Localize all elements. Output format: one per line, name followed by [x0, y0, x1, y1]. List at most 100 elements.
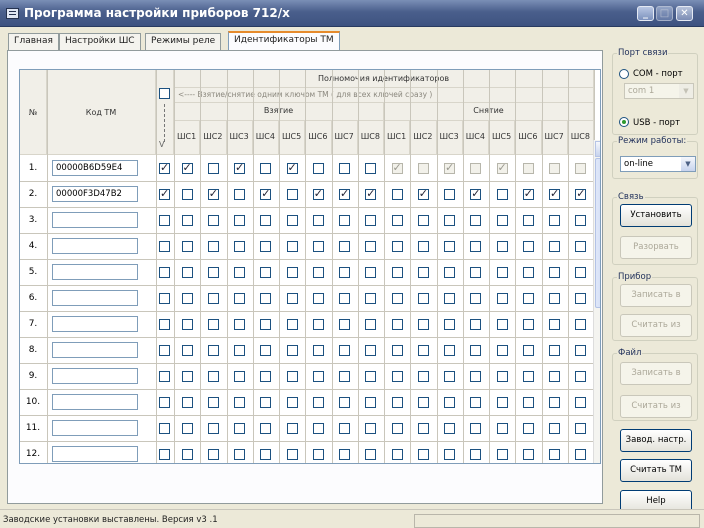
arm-zone-checkbox[interactable]: [312, 267, 324, 278]
arm-zone-checkbox[interactable]: [234, 189, 245, 200]
arm-zone-checkbox[interactable]: [207, 345, 219, 356]
disarm-zone-checkbox[interactable]: [417, 267, 429, 278]
arm-zone-checkbox[interactable]: [260, 423, 272, 434]
disarm-zone-checkbox[interactable]: [522, 449, 534, 460]
disarm-zone-checkbox[interactable]: [549, 293, 560, 304]
disarm-zone-checkbox[interactable]: [549, 423, 560, 434]
arm-zone-checkbox[interactable]: [339, 319, 350, 330]
disarm-zone-checkbox[interactable]: [575, 187, 587, 200]
arm-zone-checkbox[interactable]: [207, 163, 219, 174]
disarm-zone-checkbox[interactable]: [496, 371, 508, 382]
arm-zone-checkbox[interactable]: [234, 449, 245, 460]
disarm-zone-checkbox[interactable]: [470, 293, 482, 304]
arm-zone-checkbox[interactable]: [181, 241, 193, 252]
arm-zone-checkbox[interactable]: [365, 423, 377, 434]
disarm-zone-checkbox[interactable]: [391, 293, 403, 304]
scroll-up-icon[interactable]: ▲: [595, 141, 600, 157]
arm-zone-checkbox[interactable]: [339, 163, 350, 174]
disarm-zone-checkbox[interactable]: [522, 423, 534, 434]
disarm-zone-checkbox[interactable]: [391, 215, 403, 226]
same-key-checkbox[interactable]: [159, 161, 170, 174]
disarm-zone-checkbox[interactable]: [496, 449, 508, 460]
arm-zone-checkbox[interactable]: [234, 161, 245, 174]
same-key-checkbox[interactable]: [159, 241, 170, 252]
tm-code-field[interactable]: [52, 212, 138, 228]
disarm-zone-checkbox[interactable]: [444, 293, 455, 304]
device-read-button[interactable]: Считать из: [620, 314, 692, 337]
same-key-checkbox[interactable]: [159, 449, 170, 460]
arm-zone-checkbox[interactable]: [286, 449, 298, 460]
arm-zone-checkbox[interactable]: [181, 293, 193, 304]
disarm-zone-checkbox[interactable]: [549, 187, 560, 200]
arm-zone-checkbox[interactable]: [339, 187, 350, 200]
disarm-zone-checkbox[interactable]: [444, 397, 455, 408]
arm-zone-checkbox[interactable]: [312, 241, 324, 252]
disarm-zone-checkbox[interactable]: [391, 371, 403, 382]
minimize-button[interactable]: _: [637, 6, 654, 21]
tm-code-field[interactable]: 00000B6D59E4: [52, 160, 138, 176]
tab-tm-identifiers[interactable]: Идентификаторы ТМ: [228, 31, 340, 51]
arm-zone-checkbox[interactable]: [339, 449, 350, 460]
disarm-zone-checkbox[interactable]: [549, 215, 560, 226]
disarm-zone-checkbox[interactable]: [549, 371, 560, 382]
disconnect-button[interactable]: Разорвать: [620, 236, 692, 259]
device-write-button[interactable]: Записать в: [620, 284, 692, 307]
arm-zone-checkbox[interactable]: [339, 397, 350, 408]
arm-zone-checkbox[interactable]: [207, 449, 219, 460]
disarm-zone-checkbox[interactable]: [522, 319, 534, 330]
disarm-zone-checkbox[interactable]: [417, 371, 429, 382]
arm-zone-checkbox[interactable]: [260, 293, 272, 304]
same-key-checkbox[interactable]: [159, 371, 170, 382]
same-key-checkbox[interactable]: [159, 187, 170, 200]
disarm-zone-checkbox[interactable]: [496, 397, 508, 408]
arm-zone-checkbox[interactable]: [207, 241, 219, 252]
disarm-zone-checkbox[interactable]: [522, 267, 534, 278]
disarm-zone-checkbox[interactable]: [522, 215, 534, 226]
arm-zone-checkbox[interactable]: [286, 293, 298, 304]
arm-zone-checkbox[interactable]: [312, 319, 324, 330]
arm-zone-checkbox[interactable]: [312, 371, 324, 382]
arm-zone-checkbox[interactable]: [286, 345, 298, 356]
disarm-zone-checkbox[interactable]: [496, 189, 508, 200]
arm-zone-checkbox[interactable]: [234, 293, 245, 304]
disarm-zone-checkbox[interactable]: [391, 267, 403, 278]
disarm-zone-checkbox[interactable]: [575, 371, 587, 382]
arm-zone-checkbox[interactable]: [260, 345, 272, 356]
disarm-zone-checkbox[interactable]: [444, 449, 455, 460]
arm-zone-checkbox[interactable]: [181, 319, 193, 330]
disarm-zone-checkbox[interactable]: [444, 267, 455, 278]
arm-zone-checkbox[interactable]: [207, 319, 219, 330]
arm-zone-checkbox[interactable]: [286, 423, 298, 434]
arm-zone-checkbox[interactable]: [181, 345, 193, 356]
disarm-zone-checkbox[interactable]: [549, 397, 560, 408]
disarm-zone-checkbox[interactable]: [522, 241, 534, 252]
arm-zone-checkbox[interactable]: [234, 423, 245, 434]
same-key-checkbox[interactable]: [159, 215, 170, 226]
arm-zone-checkbox[interactable]: [312, 293, 324, 304]
disarm-zone-checkbox[interactable]: [575, 163, 587, 174]
file-write-button[interactable]: Записать в: [620, 362, 692, 385]
disarm-zone-checkbox[interactable]: [575, 449, 587, 460]
arm-zone-checkbox[interactable]: [286, 215, 298, 226]
disarm-zone-checkbox[interactable]: [417, 215, 429, 226]
factory-settings-button[interactable]: Завод. настр.: [620, 429, 692, 452]
arm-zone-checkbox[interactable]: [339, 345, 350, 356]
arm-zone-checkbox[interactable]: [286, 319, 298, 330]
disarm-zone-checkbox[interactable]: [391, 449, 403, 460]
arm-zone-checkbox[interactable]: [286, 371, 298, 382]
same-key-checkbox[interactable]: [159, 423, 170, 434]
same-key-checkbox[interactable]: [159, 345, 170, 356]
arm-zone-checkbox[interactable]: [207, 293, 219, 304]
arm-zone-checkbox[interactable]: [234, 397, 245, 408]
disarm-zone-checkbox[interactable]: [470, 397, 482, 408]
arm-zone-checkbox[interactable]: [260, 187, 272, 200]
arm-zone-checkbox[interactable]: [260, 319, 272, 330]
disarm-zone-checkbox[interactable]: [522, 163, 534, 174]
arm-zone-checkbox[interactable]: [286, 189, 298, 200]
tm-code-field[interactable]: [52, 394, 138, 410]
arm-zone-checkbox[interactable]: [181, 267, 193, 278]
same-key-checkbox[interactable]: [159, 319, 170, 330]
arm-zone-checkbox[interactable]: [312, 397, 324, 408]
arm-zone-checkbox[interactable]: [181, 161, 193, 174]
disarm-zone-checkbox[interactable]: [522, 397, 534, 408]
